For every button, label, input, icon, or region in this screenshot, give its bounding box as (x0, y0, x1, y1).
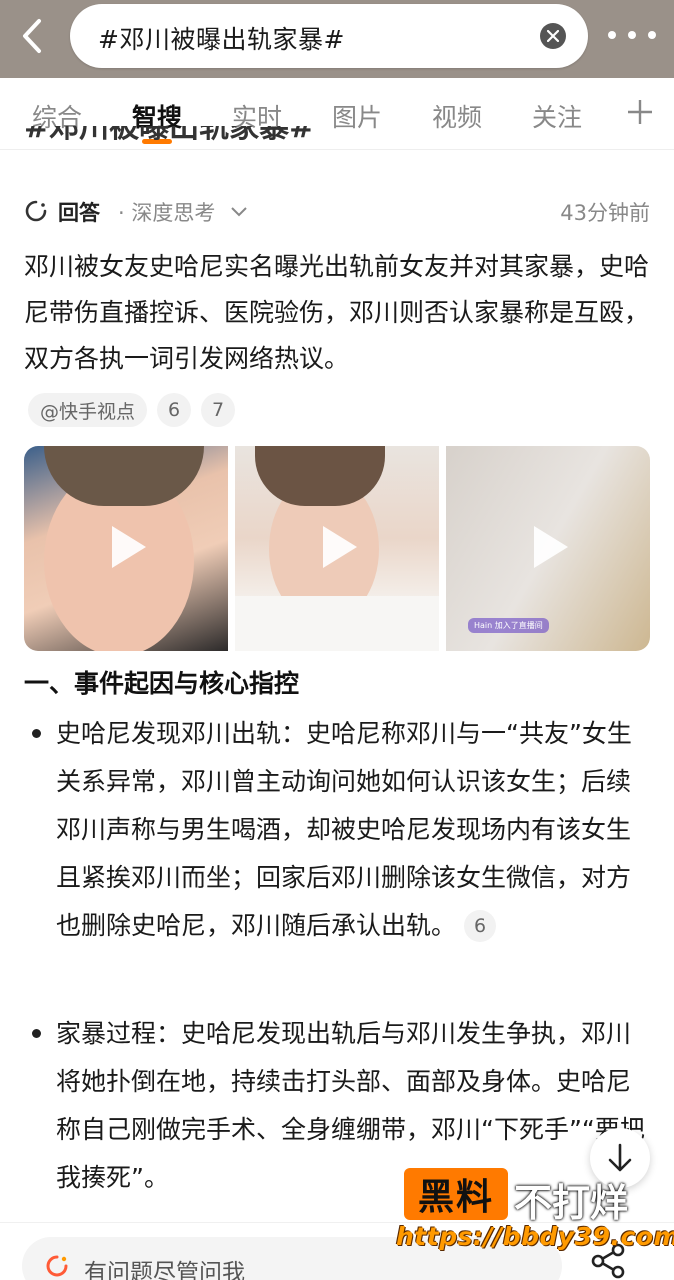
tab-videos[interactable]: 视频 (432, 98, 482, 134)
reference-chip[interactable]: 6 (157, 393, 192, 427)
video-strip: Hain 加入了直播间 (24, 446, 650, 651)
video-thumbnail-3[interactable]: Hain 加入了直播间 (446, 446, 650, 651)
scrolled-title: #邓川被曝出轨家暴# (24, 126, 314, 162)
watermark-url: https://bbdy39.com (396, 1222, 674, 1251)
watermark: 黑料 不打烊 https://bbdy39.com (396, 1168, 674, 1268)
more-button[interactable] (608, 20, 656, 50)
answer-header: 回答 · 深度思考 43分钟前 (24, 192, 650, 232)
bullet-text: 家暴过程：史哈尼发现出轨后与邓川发生争执，邓川将她扑倒在地，持续击打头部、面部及… (56, 1019, 645, 1192)
clear-icon (547, 30, 559, 42)
more-dot (648, 31, 656, 39)
answer-timestamp: 43分钟前 (560, 201, 650, 225)
deep-thinking-label: · 深度思考 (118, 201, 216, 225)
back-button[interactable] (14, 14, 50, 58)
list-item: 史哈尼发现邓川出轨：史哈尼称邓川与一“共友”女生关系异常，邓川曾主动询问她如何认… (24, 710, 650, 950)
plus-icon (628, 100, 652, 124)
scrolled-title-text: #邓川被曝出轨家暴# (24, 126, 315, 145)
bullet-dot (32, 1029, 41, 1038)
ask-placeholder: 有问题尽管问我 (84, 1260, 245, 1280)
clear-button[interactable] (540, 23, 566, 49)
play-icon (323, 526, 357, 568)
shirt-shape (235, 596, 439, 651)
back-arrow-icon (23, 19, 41, 53)
more-dots-icon (608, 31, 616, 39)
search-header: #邓川被曝出轨家暴# (0, 0, 674, 78)
live-overlay-text: Hain 加入了直播间 (468, 618, 549, 633)
hair-shape (255, 446, 385, 506)
video-thumbnail-1[interactable] (24, 446, 228, 651)
loading-spinner-icon (25, 200, 47, 222)
search-input[interactable]: #邓川被曝出轨家暴# (70, 4, 588, 68)
add-tab-button[interactable] (626, 92, 654, 132)
play-icon (112, 526, 146, 568)
watermark-badge: 黑料 (404, 1168, 508, 1220)
chevron-down-icon (231, 207, 247, 217)
watermark-text: 不打烊 (514, 1181, 629, 1225)
section-title: 一、事件起因与核心指控 (24, 669, 300, 698)
source-row: @快手视点 6 7 (28, 392, 236, 428)
ai-assistant-icon (46, 1255, 68, 1277)
tab-images[interactable]: 图片 (332, 98, 382, 134)
reference-chip[interactable]: 6 (464, 910, 497, 942)
source-chip[interactable]: @快手视点 (28, 393, 148, 427)
answer-label: 回答 (58, 201, 100, 225)
reference-chip[interactable]: 7 (201, 393, 236, 427)
bullet-dot (32, 729, 41, 738)
deep-thinking-toggle[interactable]: · 深度思考 (118, 197, 248, 227)
video-thumbnail-2[interactable] (235, 446, 439, 651)
tab-following[interactable]: 关注 (532, 98, 582, 134)
search-query-text: #邓川被曝出轨家暴# (98, 25, 345, 54)
bullet-text: 史哈尼发现邓川出轨：史哈尼称邓川与一“共友”女生关系异常，邓川曾主动询问她如何认… (56, 719, 632, 940)
answer-summary: 邓川被女友史哈尼实名曝光出轨前女友并对其家暴，史哈尼带伤直播控诉、医院验伤，邓川… (24, 252, 650, 373)
more-dot (628, 31, 636, 39)
play-icon (534, 526, 568, 568)
